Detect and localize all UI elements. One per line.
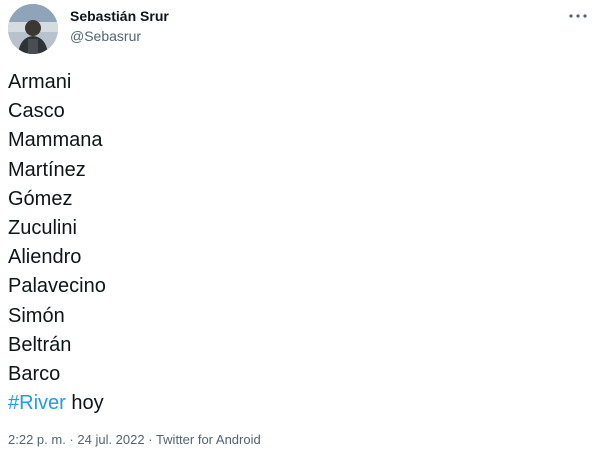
- tweet-line: Martínez: [8, 158, 86, 181]
- tweet-line: Aliendro: [8, 246, 82, 269]
- more-horizontal-icon: [569, 14, 587, 18]
- profile-photo-icon: [8, 4, 58, 54]
- tweet-line: Barco: [8, 363, 61, 386]
- meta-separator: ·: [65, 432, 78, 447]
- tweet-line: Beltrán: [8, 333, 72, 356]
- more-icon[interactable]: [566, 6, 590, 26]
- tweet-line: Casco: [8, 100, 65, 123]
- tweet-line: Zuculini: [8, 217, 77, 240]
- author-display-name[interactable]: Sebastián Srur: [70, 7, 169, 25]
- tweet-source[interactable]: Twitter for Android: [156, 432, 261, 447]
- meta-separator: ·: [144, 432, 156, 447]
- tweet-line: Mammana: [8, 129, 103, 152]
- hashtag-link[interactable]: #River: [8, 392, 66, 414]
- tweet-time[interactable]: 2:22 p. m.: [8, 432, 66, 447]
- avatar[interactable]: [8, 4, 58, 54]
- tweet-line: Armani: [8, 71, 72, 93]
- tweet-line: Palavecino: [8, 275, 106, 298]
- tweet-date[interactable]: 24 jul. 2022: [77, 432, 144, 447]
- tweet-line-text: hoy: [65, 392, 104, 415]
- tweet-text: Armani Casco Mammana Martínez Gómez Zucu…: [8, 68, 568, 418]
- tweet-line-hashtag: #River hoy: [8, 389, 568, 418]
- tweet-line: Simón: [8, 304, 65, 327]
- author-handle[interactable]: @Sebasrur: [70, 27, 141, 45]
- tweet-meta: 2:22 p. m. · 24 jul. 2022 · Twitter for …: [8, 432, 261, 448]
- tweet-card: Sebastián Srur @Sebasrur Armani Casco Ma…: [0, 0, 600, 457]
- tweet-line: Gómez: [8, 187, 73, 210]
